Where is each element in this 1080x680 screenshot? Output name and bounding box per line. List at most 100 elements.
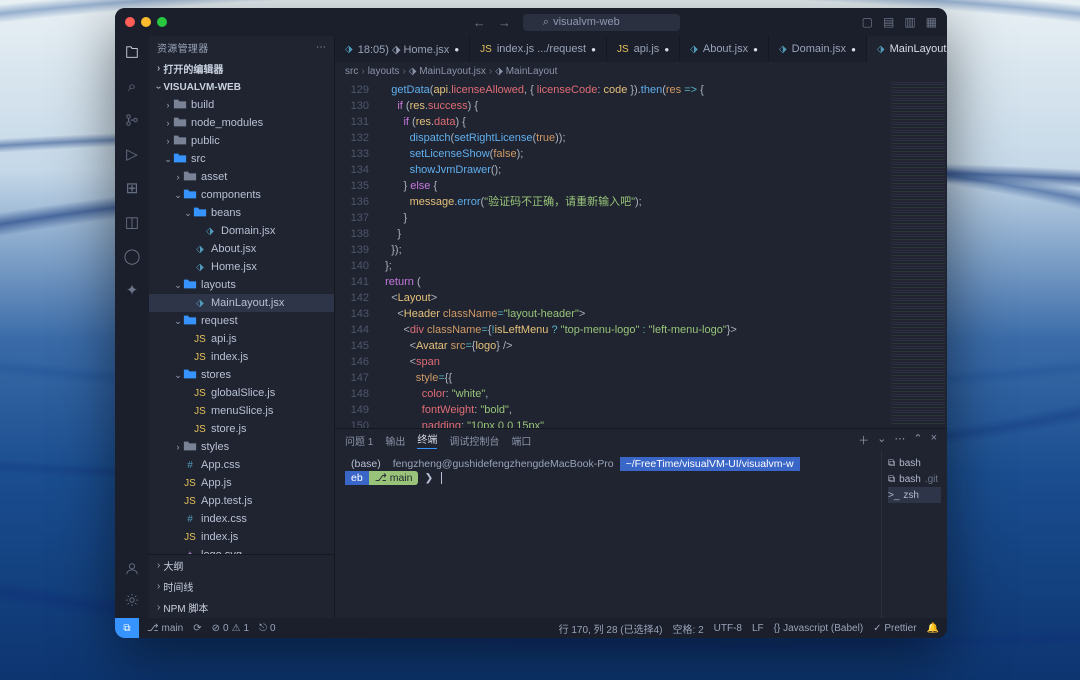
layout-toggle-icon[interactable]: ▥	[904, 15, 915, 29]
tree-item-beans[interactable]: beans	[149, 204, 334, 222]
nav-forward-icon[interactable]: →	[494, 15, 515, 30]
run-debug-icon[interactable]: ▷	[122, 144, 142, 164]
window-controls	[125, 17, 167, 27]
tree-item-layouts[interactable]: layouts	[149, 276, 334, 294]
tree-item-request[interactable]: request	[149, 312, 334, 330]
timeline-section[interactable]: 时间线	[149, 576, 334, 597]
tree-item-node_modules[interactable]: node_modules	[149, 114, 334, 132]
git-branch[interactable]: ⎇ main	[147, 623, 183, 634]
prettier-status[interactable]: ✓ Prettier	[873, 623, 916, 634]
tree-item-App.js[interactable]: JSApp.js	[149, 474, 334, 492]
terminal-instance[interactable]: >_zsh	[888, 487, 941, 503]
file-tree: buildnode_modulespublicsrcassetcomponent…	[149, 96, 334, 554]
ports-count[interactable]: ⎋ 0	[259, 623, 275, 634]
tree-item-components[interactable]: components	[149, 186, 334, 204]
layout-sidebar-icon[interactable]: ▤	[883, 15, 894, 29]
tree-item-src[interactable]: src	[149, 150, 334, 168]
sidebar: 资源管理器 ⋯ 打开的编辑器 VISUALVM-WEB buildnode_mo…	[149, 36, 335, 618]
term-branch: ⎇ main	[369, 471, 419, 485]
panel-tab[interactable]: 端口	[511, 433, 531, 448]
editor[interactable]: 1291301311321331341351361371381391401411…	[335, 80, 947, 428]
open-editors-section[interactable]: 打开的编辑器	[149, 58, 334, 79]
tree-item-build[interactable]: build	[149, 96, 334, 114]
panel-more-icon[interactable]: ⋯	[894, 432, 905, 448]
panel-tabs: 问题 1 输出终端调试控制台端口 ＋ ⌄ ⋯ ⌃ ×	[335, 429, 947, 451]
panel-tab[interactable]: 调试控制台	[449, 433, 499, 448]
remote-indicator[interactable]: ⧉	[115, 618, 139, 638]
sidebar-more-icon[interactable]: ⋯	[316, 42, 326, 53]
tree-item-asset[interactable]: asset	[149, 168, 334, 186]
customize-layout-icon[interactable]: ▦	[926, 15, 937, 29]
tree-item-App.css[interactable]: #App.css	[149, 456, 334, 474]
panel-tab[interactable]: 输出	[385, 433, 405, 448]
new-terminal-icon[interactable]: ＋	[858, 432, 869, 448]
tree-item-Domain.jsx[interactable]: ⬗Domain.jsx	[149, 222, 334, 240]
explorer-icon[interactable]	[122, 42, 142, 62]
tree-item-App.test.js[interactable]: JSApp.test.js	[149, 492, 334, 510]
term-prompt-char: ❯	[418, 471, 439, 485]
tree-item-MainLayout.jsx[interactable]: ⬗MainLayout.jsx	[149, 294, 334, 312]
tree-item-Home.jsx[interactable]: ⬗Home.jsx	[149, 258, 334, 276]
minimize-window[interactable]	[141, 17, 151, 27]
tree-item-index.js[interactable]: JSindex.js	[149, 528, 334, 546]
encoding[interactable]: UTF-8	[714, 623, 742, 634]
tree-item-public[interactable]: public	[149, 132, 334, 150]
term-host: fengzheng@gushidefengzhengdeMacBook-Pro	[387, 457, 620, 471]
workspace-section[interactable]: VISUALVM-WEB	[149, 79, 334, 96]
problems-count[interactable]: ⊘ 0 ⚠ 1	[212, 623, 249, 634]
tree-item-api.js[interactable]: JSapi.js	[149, 330, 334, 348]
tree-item-styles[interactable]: styles	[149, 438, 334, 456]
source-control-icon[interactable]	[122, 110, 142, 130]
extra-icon[interactable]: ✦	[122, 280, 142, 300]
tree-item-logo.svg[interactable]: ✦logo.svg	[149, 546, 334, 554]
indentation[interactable]: 空格: 2	[673, 621, 704, 636]
maximize-panel-icon[interactable]: ⌃	[913, 432, 922, 448]
language-mode[interactable]: {} Javascript (Babel)	[774, 623, 864, 634]
activity-bar: ⌕ ▷ ⊞ ◫ ◯ ✦	[115, 36, 149, 618]
git-sync[interactable]: ⟳	[193, 623, 201, 634]
close-panel-icon[interactable]: ×	[931, 432, 937, 448]
npm-scripts-section[interactable]: NPM 脚本	[149, 597, 334, 618]
outline-section[interactable]: 大纲	[149, 555, 334, 576]
tree-item-About.jsx[interactable]: ⬗About.jsx	[149, 240, 334, 258]
editor-tab[interactable]: JSindex.js .../request●	[470, 36, 607, 62]
tree-item-stores[interactable]: stores	[149, 366, 334, 384]
editor-window: ← → visualvm-web ▢ ▤ ▥ ▦ ⌕ ▷ ⊞ ◫ ◯ ✦	[115, 8, 947, 638]
tree-item-menuSlice.js[interactable]: JSmenuSlice.js	[149, 402, 334, 420]
breadcrumb[interactable]: src›layouts›⬗ MainLayout.jsx›⬗ MainLayou…	[335, 62, 947, 80]
editor-group: ⬗18:05) ⬗ Home.jsx●JSindex.js .../reques…	[335, 36, 947, 618]
close-window[interactable]	[125, 17, 135, 27]
editor-tab[interactable]: ⬗Domain.jsx●	[769, 36, 867, 62]
extensions-icon[interactable]: ⊞	[122, 178, 142, 198]
terminal-instance[interactable]: ⧉bash	[888, 455, 941, 471]
editor-tab[interactable]: ⬗About.jsx●	[680, 36, 769, 62]
terminal-instance[interactable]: ⧉bash .git	[888, 471, 941, 487]
github-icon[interactable]: ◯	[122, 246, 142, 266]
command-center[interactable]: visualvm-web	[523, 14, 680, 31]
panel-tab[interactable]: 问题 1	[345, 433, 373, 448]
tree-item-globalSlice.js[interactable]: JSglobalSlice.js	[149, 384, 334, 402]
docker-icon[interactable]: ◫	[122, 212, 142, 232]
settings-icon[interactable]	[122, 590, 142, 610]
cursor-position[interactable]: 行 170, 列 28 (已选择4)	[559, 621, 663, 636]
editor-tab[interactable]: JSapi.js●	[607, 36, 680, 62]
terminal-dropdown-icon[interactable]: ⌄	[877, 432, 886, 448]
code-area[interactable]: getData(api.licenseAllowed, { licenseCod…	[379, 80, 889, 428]
titlebar: ← → visualvm-web ▢ ▤ ▥ ▦	[115, 8, 947, 36]
tree-item-index.js[interactable]: JSindex.js	[149, 348, 334, 366]
bottom-panel: 问题 1 输出终端调试控制台端口 ＋ ⌄ ⋯ ⌃ × (base) fengzheng@gu…	[335, 428, 947, 618]
tree-item-index.css[interactable]: #index.css	[149, 510, 334, 528]
editor-tab[interactable]: ⬗MainLayout.jsx●	[867, 36, 947, 62]
panel-tab[interactable]: 终端	[417, 431, 437, 449]
layout-panel-icon[interactable]: ▢	[862, 15, 873, 29]
notifications-icon[interactable]: 🔔	[927, 623, 939, 634]
eol[interactable]: LF	[752, 623, 764, 634]
account-icon[interactable]	[122, 558, 142, 578]
nav-back-icon[interactable]: ←	[469, 15, 490, 30]
minimap[interactable]	[889, 80, 947, 428]
editor-tab[interactable]: ⬗18:05) ⬗ Home.jsx●	[335, 36, 470, 62]
tree-item-store.js[interactable]: JSstore.js	[149, 420, 334, 438]
maximize-window[interactable]	[157, 17, 167, 27]
search-icon[interactable]: ⌕	[122, 76, 142, 96]
terminal[interactable]: (base) fengzheng@gushidefengzhengdeMacBo…	[335, 451, 881, 618]
